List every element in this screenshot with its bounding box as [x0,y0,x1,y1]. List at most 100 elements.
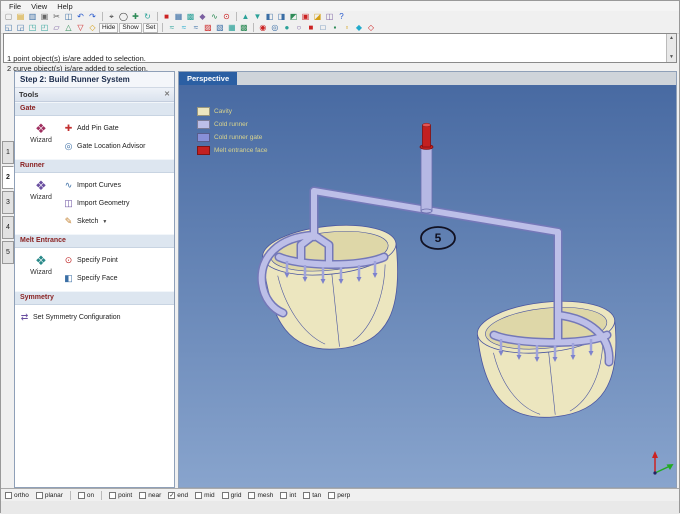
snap-int[interactable]: int [280,492,296,499]
scroll-up-icon[interactable]: ▲ [669,34,674,44]
hatch-red-icon[interactable]: ▨ [202,23,213,33]
snap-ortho[interactable]: ortho [5,492,29,499]
gem-red-icon[interactable]: ◇ [365,23,376,33]
tri-up-icon[interactable]: △ [63,23,74,33]
gate-wizard-button[interactable]: ❖ Wizard [19,121,63,152]
section-header-symmetry[interactable]: Symmetry [15,291,174,305]
shade-left-icon[interactable]: ◧ [264,12,275,22]
analysis-up-icon[interactable]: ▲ [240,12,251,22]
hatch-green-icon[interactable]: ▩ [238,23,249,33]
rotate-view-icon[interactable]: ↻ [142,12,153,22]
sketch-button[interactable]: ✎ Sketch ▼ [63,216,172,227]
flag-red-icon[interactable]: ▣ [300,12,311,22]
target-red-icon[interactable]: ◉ [257,23,268,33]
zoom-icon[interactable]: ◯ [118,12,129,22]
runner-wizard-button[interactable]: ❖ Wizard [19,178,63,227]
square-green-icon[interactable]: ▪ [329,23,340,33]
specify-face-button[interactable]: ◧ Specify Face [63,273,172,284]
set-button[interactable]: Set [142,22,159,33]
undo-icon[interactable]: ↶ [75,12,86,22]
snap-checkbox-grid[interactable] [221,492,229,499]
square-red-icon[interactable]: ■ [305,23,316,33]
snap-checkbox-int[interactable] [280,492,288,499]
help-tool-icon[interactable]: ? [336,12,347,22]
section-header-gate[interactable]: Gate [15,102,174,116]
layers-icon[interactable]: ◫ [324,12,335,22]
snap-point[interactable]: point [109,492,132,499]
gate-location-advisor-button[interactable]: ◎ Gate Location Advisor [63,141,172,152]
import-geometry-button[interactable]: ◫ Import Geometry [63,198,172,209]
snap-checkbox-end[interactable]: ✓ [168,492,176,499]
open-file-icon[interactable]: ▤ [15,12,26,22]
view-quad-1-icon[interactable]: ◱ [3,23,14,33]
diamond-tool-icon[interactable]: ◇ [87,23,98,33]
redo-icon[interactable]: ↷ [87,12,98,22]
snap-on[interactable]: on [77,492,94,499]
point-tool-icon[interactable]: ⊙ [221,12,232,22]
view-quad-3-icon[interactable]: ◳ [27,23,38,33]
collapse-panel-icon[interactable]: ✕ [164,88,170,101]
scroll-down-icon[interactable]: ▼ [669,53,674,63]
shade-corner-icon[interactable]: ◩ [288,12,299,22]
gem-cyan-icon[interactable]: ◆ [353,23,364,33]
hide-button[interactable]: Hide [99,22,119,33]
dot-teal-icon[interactable]: ● [281,23,292,33]
set-symmetry-configuration-button[interactable]: ⇄ Set Symmetry Configuration [19,312,172,323]
tools-header[interactable]: Tools ✕ [15,88,174,102]
section-header-runner[interactable]: Runner [15,159,174,173]
print-icon[interactable]: ▣ [39,12,50,22]
target-blue-icon[interactable]: ◎ [269,23,280,33]
snap-perp[interactable]: perp [328,492,350,499]
show-button[interactable]: Show [119,22,142,33]
menu-view[interactable]: View [26,2,52,11]
viewport-canvas[interactable]: 5 Cavity Cold runner Cold runner gate Melt … [179,85,676,487]
snap-checkbox-on[interactable] [77,492,85,499]
step-tab-2[interactable]: 2 [2,166,14,189]
hatch-teal-icon[interactable]: ▦ [226,23,237,33]
snap-checkbox-tan[interactable] [303,492,311,499]
cavity-part-right[interactable] [475,295,624,424]
curve-tool-icon[interactable]: ∿ [209,12,220,22]
menu-file[interactable]: File [4,2,26,11]
wave-blue-icon[interactable]: ≈ [190,23,201,33]
view-quad-4-icon[interactable]: ◰ [39,23,50,33]
hatch-blue-icon[interactable]: ▧ [214,23,225,33]
step-tab-1[interactable]: 1 [2,141,14,164]
snap-checkbox-point[interactable] [109,492,117,499]
stop-icon[interactable]: ■ [161,12,172,22]
analysis-down-icon[interactable]: ▼ [252,12,263,22]
snap-end[interactable]: ✓ end [168,492,188,499]
new-file-icon[interactable]: ▢ [3,12,14,22]
specify-point-button[interactable]: ⊙ Specify Point [63,255,172,266]
melt-entrance-wizard-button[interactable]: ❖ Wizard [19,253,63,284]
snap-grid[interactable]: grid [221,492,241,499]
menu-help[interactable]: Help [52,2,77,11]
tab-perspective[interactable]: Perspective [179,72,238,85]
snap-checkbox-planar[interactable] [35,492,43,499]
snap-checkbox-mesh[interactable] [248,492,256,499]
cut-icon[interactable]: ✂ [51,12,62,22]
tri-down-icon[interactable]: ▽ [75,23,86,33]
snap-checkbox-mid[interactable] [195,492,203,499]
section-header-melt-entrance[interactable]: Melt Entrance [15,234,174,248]
ring-purple-icon[interactable]: ○ [293,23,304,33]
sprue[interactable] [419,122,434,214]
view-quad-2-icon[interactable]: ◲ [15,23,26,33]
snap-checkbox-ortho[interactable] [5,492,12,499]
shade-right-icon[interactable]: ◨ [276,12,287,22]
snap-planar[interactable]: planar [35,492,63,499]
snap-near[interactable]: near [139,492,161,499]
log-scrollbar[interactable]: ▲ ▼ [666,34,676,62]
snap-tan[interactable]: tan [303,492,321,499]
wave-cyan-icon[interactable]: ≈ [178,23,189,33]
step-tab-4[interactable]: 4 [2,216,14,239]
surface-tool-icon[interactable]: ◆ [197,12,208,22]
snap-checkbox-near[interactable] [139,492,147,499]
copy-icon[interactable]: ◫ [63,12,74,22]
pan-icon[interactable]: ✚ [130,12,141,22]
plane-tool-icon[interactable]: ▱ [51,23,62,33]
step-tab-5[interactable]: 5 [2,241,14,264]
step-tab-3[interactable]: 3 [2,191,14,214]
snap-mid[interactable]: mid [195,492,215,499]
import-curves-button[interactable]: ∿ Import Curves [63,180,172,191]
